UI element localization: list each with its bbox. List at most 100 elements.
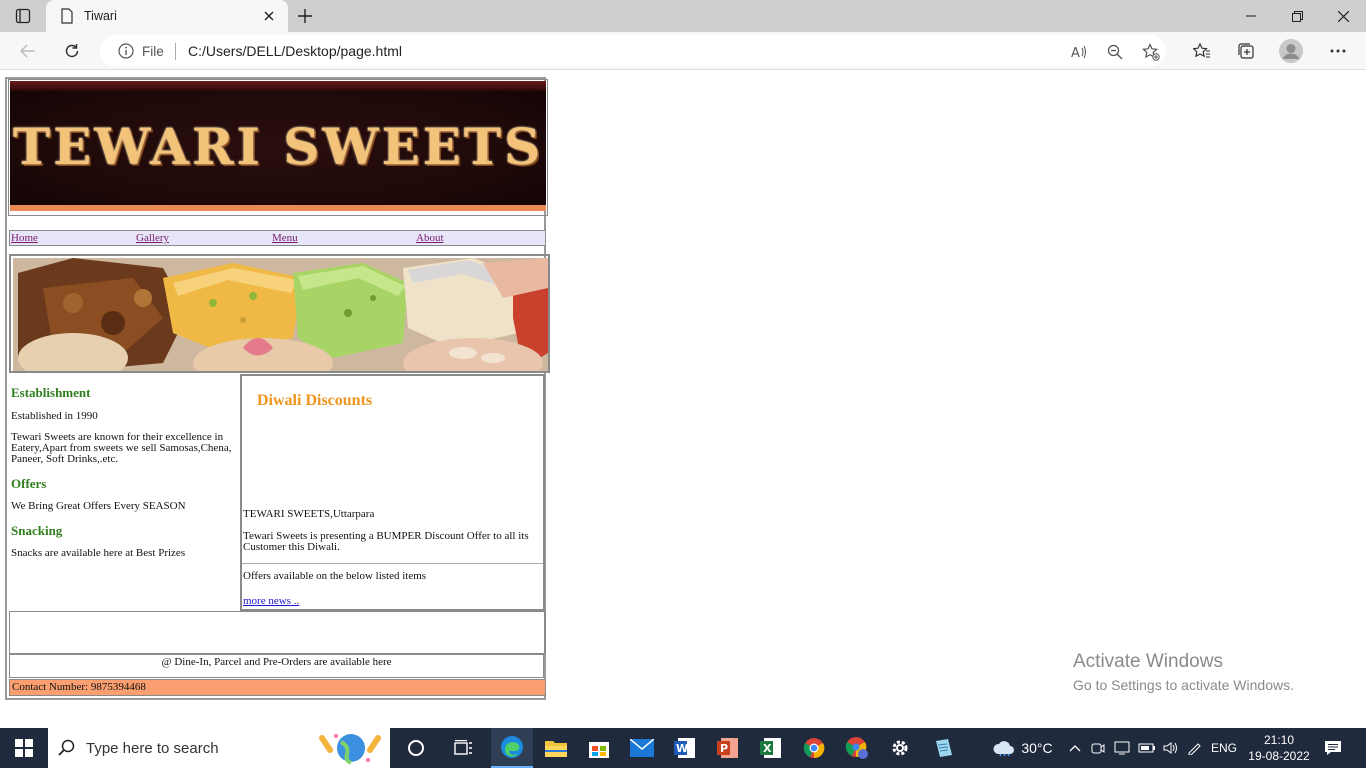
more-dots-icon <box>1330 49 1346 53</box>
activate-title: Activate Windows <box>1073 651 1223 672</box>
refresh-icon <box>65 44 79 58</box>
nav-link-about[interactable]: About <box>416 232 444 244</box>
location-text: TEWARI SWEETS,Uttarpara <box>243 508 375 520</box>
more-news-link[interactable]: more news .. <box>243 595 299 607</box>
restore-button[interactable] <box>1274 0 1320 32</box>
excel-button[interactable]: X <box>750 728 792 768</box>
search-highlight-globe-icon <box>319 734 381 765</box>
store-button[interactable] <box>578 728 620 768</box>
snacking-text: Snacks are available here at Best Prizes <box>11 547 186 559</box>
meet-now-icon[interactable] <box>1088 728 1108 768</box>
activate-windows-watermark: Activate Windows Go to Settings to activ… <box>1073 651 1294 693</box>
temperature-text[interactable]: 30°C <box>1020 728 1054 768</box>
weather-widget-icon[interactable] <box>988 728 1020 768</box>
tab-title: Tiwari <box>84 9 117 23</box>
sweets-photo <box>13 258 548 371</box>
profile-button[interactable] <box>1277 37 1305 65</box>
about-text: Tewari Sweets are known for their excell… <box>11 431 232 465</box>
add-favorite-icon[interactable] <box>1142 43 1160 61</box>
svg-text:P: P <box>720 742 728 755</box>
offers-text: We Bring Great Offers Every SEASON <box>11 500 186 512</box>
back-button[interactable] <box>14 37 42 65</box>
language-indicator[interactable]: ENG <box>1208 728 1240 768</box>
activate-subtitle: Go to Settings to activate Windows. <box>1073 677 1294 693</box>
offer-text: Tewari Sweets is presenting a BUMPER Dis… <box>243 530 529 553</box>
task-view-button[interactable] <box>444 728 484 768</box>
established-text: Established in 1990 <box>11 410 98 422</box>
svg-text:A: A <box>1071 46 1080 59</box>
cortana-button[interactable] <box>396 728 436 768</box>
chrome-button[interactable] <box>793 728 835 768</box>
minimize-button[interactable] <box>1228 0 1274 32</box>
banner-cell <box>8 79 548 216</box>
clock-date: 19-08-2022 <box>1248 749 1310 763</box>
offers-heading: Offers <box>11 476 47 491</box>
refresh-button[interactable] <box>58 37 86 65</box>
chevron-up-icon <box>1069 745 1081 752</box>
word-icon: W <box>674 738 695 758</box>
address-divider <box>175 43 176 60</box>
battery-icon[interactable] <box>1136 728 1158 768</box>
edge-taskbar-button[interactable] <box>491 728 533 768</box>
mail-button[interactable] <box>621 728 663 768</box>
excel-icon: X <box>760 738 781 758</box>
items-text: Offers available on the below listed ite… <box>243 570 427 582</box>
taskbar: Type here to search W P X 30°C ENG 21:10… <box>0 728 1366 768</box>
browser-toolbar: File C:/Users/DELL/Desktop/page.html A <box>0 32 1366 70</box>
collections-button[interactable] <box>1232 37 1260 65</box>
address-bar[interactable]: File C:/Users/DELL/Desktop/page.html A <box>100 35 1166 67</box>
chrome-icon <box>803 738 825 759</box>
clock-time: 21:10 <box>1263 733 1295 747</box>
notification-icon <box>1325 741 1341 755</box>
settings-button[interactable] <box>879 728 921 768</box>
powerpoint-button[interactable]: P <box>707 728 749 768</box>
browser-tab[interactable]: Tiwari <box>46 0 288 32</box>
start-button[interactable] <box>0 728 48 768</box>
action-center-button[interactable] <box>1318 728 1348 768</box>
search-icon <box>58 739 75 756</box>
favorites-icon <box>1193 43 1210 58</box>
discount-panel: Diwali Discounts TEWARI SWEETS,Uttarpara… <box>240 374 545 611</box>
info-icon <box>118 43 134 59</box>
favorites-button[interactable] <box>1188 37 1216 65</box>
notepad-app-button[interactable] <box>922 728 964 768</box>
read-aloud-icon[interactable]: A <box>1070 43 1088 61</box>
zoom-out-icon[interactable] <box>1106 43 1124 61</box>
svg-text:W: W <box>676 742 688 755</box>
close-icon <box>1337 10 1349 22</box>
search-placeholder: Type here to search <box>86 739 219 757</box>
nav-link-gallery[interactable]: Gallery <box>136 232 169 244</box>
network-icon[interactable] <box>1111 728 1133 768</box>
new-tab-button[interactable] <box>292 4 318 28</box>
sweets-illustration <box>13 258 548 371</box>
nav-link-menu[interactable]: Menu <box>272 232 298 244</box>
url-text[interactable]: C:/Users/DELL/Desktop/page.html <box>188 43 402 59</box>
volume-icon[interactable] <box>1160 728 1182 768</box>
word-button[interactable]: W <box>664 728 706 768</box>
taskbar-search-box[interactable]: Type here to search <box>48 728 390 768</box>
restore-icon <box>1291 10 1303 22</box>
tab-actions-button[interactable] <box>0 0 46 32</box>
panel-divider <box>242 563 543 564</box>
service-caption: @ Dine-In, Parcel and Pre-Orders are ava… <box>9 654 544 678</box>
cortana-circle-icon <box>408 740 424 756</box>
chrome-profile-button[interactable] <box>836 728 878 768</box>
pen-workspace-icon[interactable] <box>1184 728 1206 768</box>
svg-text:X: X <box>763 742 772 755</box>
notepad-icon <box>936 739 952 757</box>
nav-link-home[interactable]: Home <box>11 232 38 244</box>
clock[interactable]: 21:10 19-08-2022 <box>1248 728 1310 768</box>
contact-number: Contact Number: 9875394468 <box>9 679 546 696</box>
tab-actions-icon <box>15 8 31 24</box>
settings-more-button[interactable] <box>1324 37 1352 65</box>
close-window-button[interactable] <box>1320 0 1366 32</box>
file-explorer-button[interactable] <box>535 728 577 768</box>
chrome-profile-icon <box>845 737 868 759</box>
powerpoint-icon: P <box>717 738 738 758</box>
show-hidden-icons-button[interactable] <box>1066 728 1084 768</box>
establishment-heading: Establishment <box>11 385 91 400</box>
weather-cloud-icon <box>993 741 1014 757</box>
windows-logo-icon <box>15 739 33 757</box>
close-tab-icon[interactable] <box>260 7 278 25</box>
diwali-heading: Diwali Discounts <box>257 392 373 409</box>
